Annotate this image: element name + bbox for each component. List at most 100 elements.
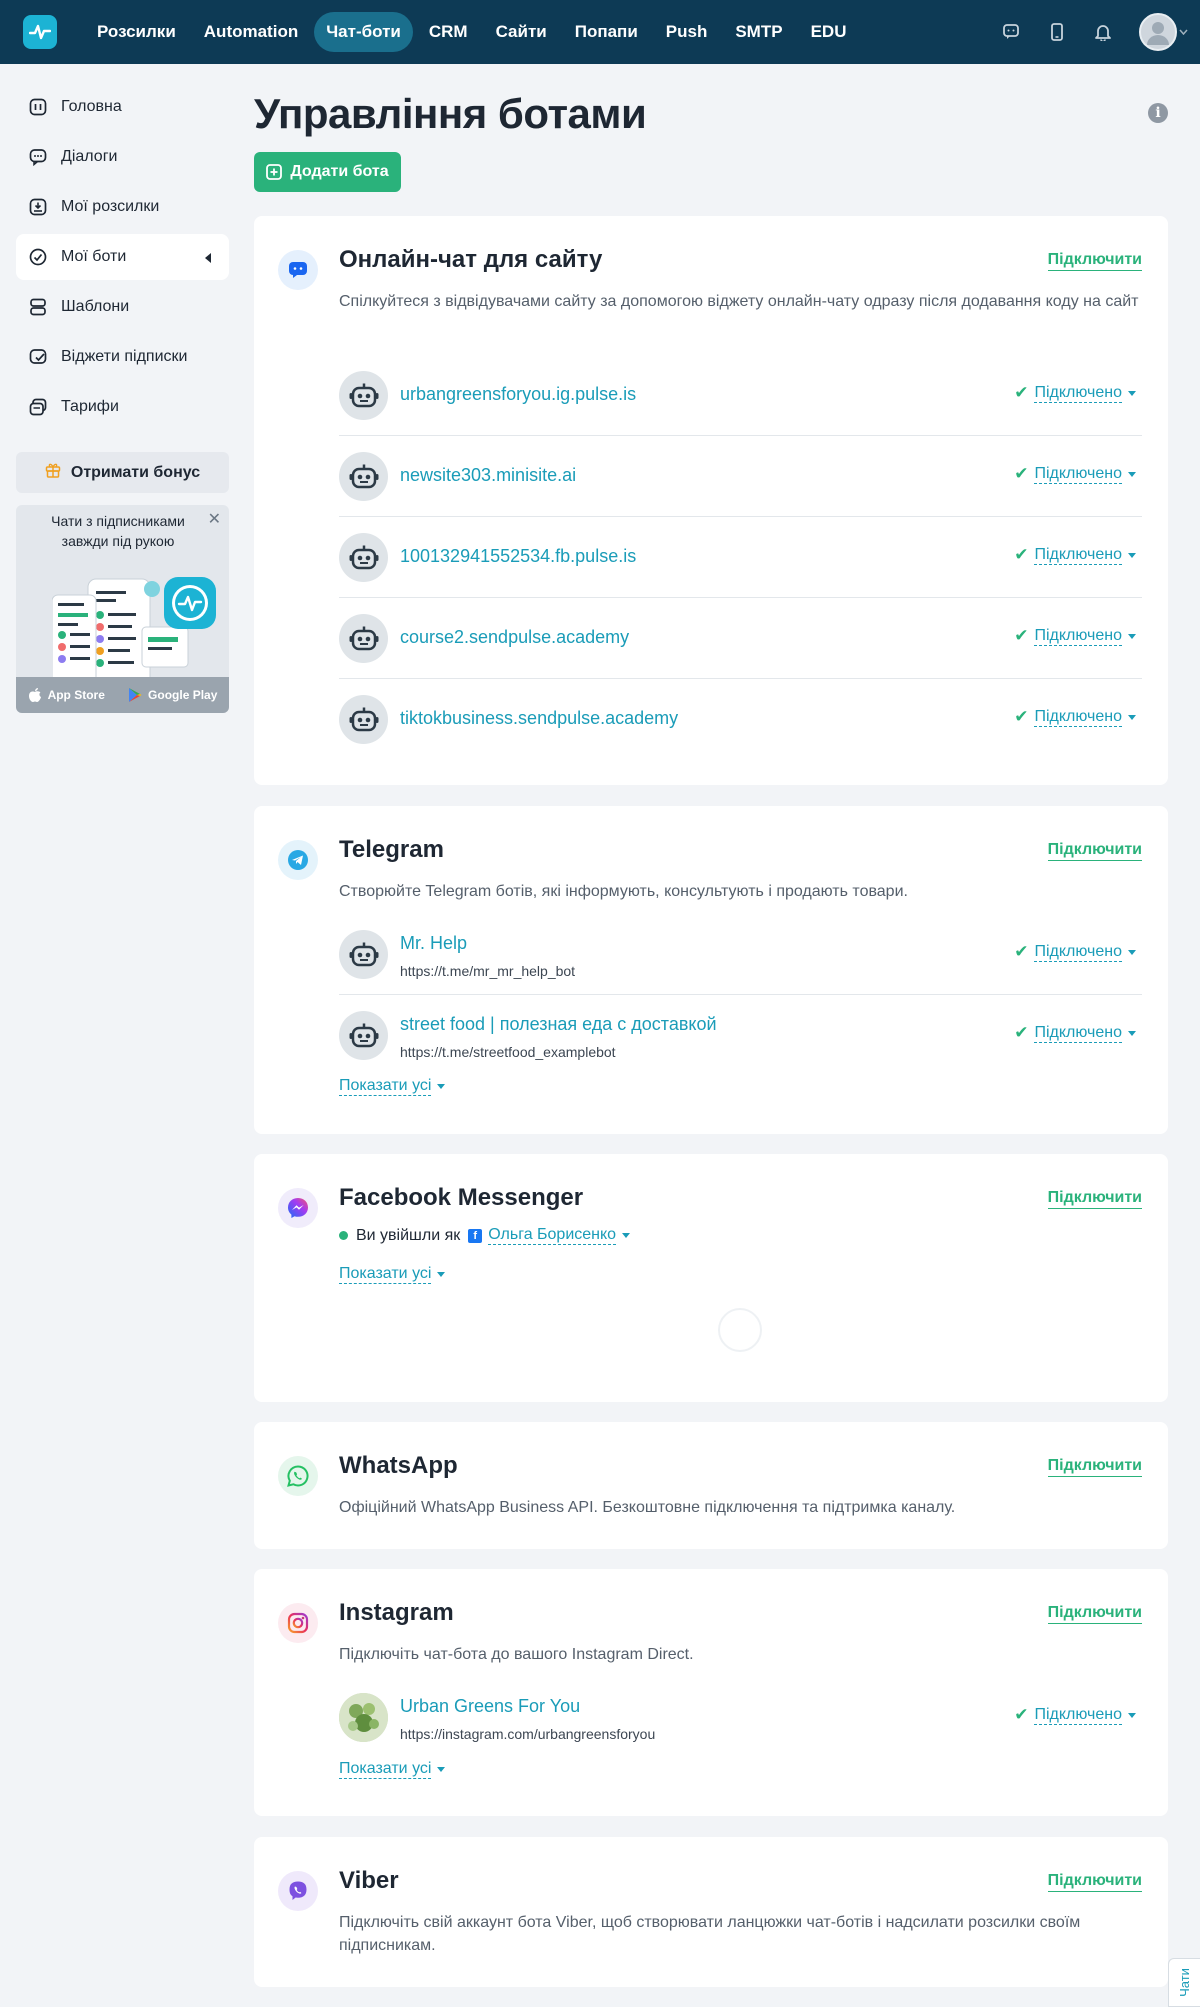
bot-status-dropdown[interactable]: ✔ Підключено <box>1014 942 1136 962</box>
bot-name-link[interactable]: urbangreensforyou.ig.pulse.is <box>400 384 636 405</box>
fb-account-dropdown[interactable]: f Ольга Борисенко <box>468 1226 631 1245</box>
bot-avatar-icon[interactable] <box>339 930 388 979</box>
bot-name-link[interactable]: Mr. Help <box>400 933 467 954</box>
messenger-icon <box>278 1188 318 1228</box>
bell-icon[interactable] <box>1093 22 1113 42</box>
caret-down-icon <box>1128 949 1136 955</box>
loading-spinner-icon <box>718 1308 762 1352</box>
bot-status-dropdown[interactable]: ✔ Підключено <box>1014 545 1136 565</box>
bot-status-dropdown[interactable]: ✔ Підключено <box>1014 707 1136 727</box>
connect-link[interactable]: Підключити <box>1047 841 1142 861</box>
get-bonus-button[interactable]: Отримати бонус <box>16 452 229 493</box>
caret-down-icon <box>622 1233 631 1238</box>
caret-down-icon <box>437 1272 446 1277</box>
nav-item-automation[interactable]: Automation <box>192 12 310 52</box>
bot-avatar-icon[interactable] <box>339 533 388 582</box>
top-navbar: Розсилки Automation Чат-боти CRM Сайти П… <box>0 0 1200 64</box>
chat-icon[interactable] <box>1001 22 1021 42</box>
connect-link[interactable]: Підключити <box>1047 1457 1142 1477</box>
check-icon: ✔ <box>1014 545 1029 564</box>
add-bot-button[interactable]: Додати бота <box>254 152 401 192</box>
fb-user-name: Ольга Борисенко <box>488 1226 617 1245</box>
card-title: Telegram <box>339 836 444 863</box>
status-label: Підключено <box>1034 1023 1122 1043</box>
bot-name-link[interactable]: course2.sendpulse.academy <box>400 627 629 648</box>
user-menu[interactable] <box>1139 13 1188 51</box>
nav-item-chatbots[interactable]: Чат-боти <box>314 12 413 52</box>
whatsapp-icon <box>278 1456 318 1496</box>
bot-name-link[interactable]: Urban Greens For You <box>400 1696 580 1717</box>
show-all-link[interactable]: Показати усі <box>339 1077 446 1096</box>
bot-status-dropdown[interactable]: ✔ Підключено <box>1014 464 1136 484</box>
whatsapp-card: WhatsApp Підключити Офіційний WhatsApp B… <box>254 1422 1168 1549</box>
sidebar-item-label: Шаблони <box>61 298 130 315</box>
bot-status-dropdown[interactable]: ✔ Підключено <box>1014 626 1136 646</box>
close-icon[interactable]: ✕ <box>208 509 221 529</box>
show-all-link[interactable]: Показати усі <box>339 1265 446 1284</box>
livechat-card: Онлайн-чат для сайту Підключити Спілкуйт… <box>254 216 1168 785</box>
facebook-card: Facebook Messenger Підключити Ви увійшли… <box>254 1154 1168 1402</box>
bot-name-link[interactable]: newsite303.minisite.ai <box>400 465 576 486</box>
bot-status-dropdown[interactable]: ✔ Підключено <box>1014 1023 1136 1043</box>
sidebar-item-my-campaigns[interactable]: Мої розсилки <box>16 184 229 230</box>
chat-bubble-icon <box>29 148 47 166</box>
sidebar-item-subscription-widgets[interactable]: Віджети підписки <box>16 334 229 380</box>
nav-item-sites[interactable]: Сайти <box>484 12 559 52</box>
inbox-icon <box>29 198 47 216</box>
sidebar-item-pricing[interactable]: Тарифи <box>16 384 229 430</box>
nav-item-campaigns[interactable]: Розсилки <box>85 12 188 52</box>
connect-link[interactable]: Підключити <box>1047 251 1142 271</box>
logo[interactable] <box>23 15 57 49</box>
home-icon <box>29 98 47 116</box>
bot-avatar-icon[interactable] <box>339 1011 388 1060</box>
card-description: Підключіть чат-бота до вашого Instagram … <box>339 1646 694 1663</box>
nav-item-crm[interactable]: CRM <box>417 12 480 52</box>
google-play-link[interactable]: Google Play <box>128 687 217 703</box>
list-item: course2.sendpulse.academy ✔ Підключено <box>339 598 1142 679</box>
bot-name-link[interactable]: street food | полезная еда с доставкой <box>400 1014 717 1035</box>
check-icon: ✔ <box>1014 942 1029 961</box>
caret-left-icon <box>205 253 211 263</box>
bot-list: Mr. Help https://t.me/mr_mr_help_bot ✔ Пі… <box>339 914 1142 1076</box>
nav-item-push[interactable]: Push <box>654 12 720 52</box>
check-icon: ✔ <box>1014 1705 1029 1724</box>
gift-icon <box>45 462 61 483</box>
bot-name-link[interactable]: 100132941552534.fb.pulse.is <box>400 546 636 567</box>
nav-item-popups[interactable]: Попапи <box>563 12 650 52</box>
check-icon: ✔ <box>1014 383 1029 402</box>
bot-avatar-icon[interactable] <box>339 452 388 501</box>
viber-icon <box>278 1871 318 1911</box>
templates-icon <box>29 298 47 316</box>
phone-illustration <box>52 577 216 685</box>
info-icon[interactable]: i <box>1148 103 1168 123</box>
connect-link[interactable]: Підключити <box>1047 1189 1142 1209</box>
connect-link[interactable]: Підключити <box>1047 1872 1142 1892</box>
check-icon: ✔ <box>1014 626 1029 645</box>
bot-name-link[interactable]: tiktokbusiness.sendpulse.academy <box>400 708 678 729</box>
chats-side-tab[interactable]: Чати <box>1168 1958 1200 2007</box>
bot-status-dropdown[interactable]: ✔ Підключено <box>1014 383 1136 403</box>
bot-avatar-icon[interactable] <box>339 695 388 744</box>
mobile-icon[interactable] <box>1047 22 1067 42</box>
show-all-link[interactable]: Показати усі <box>339 1760 446 1779</box>
bot-status-dropdown[interactable]: ✔ Підключено <box>1014 1705 1136 1725</box>
instagram-account-avatar[interactable] <box>339 1693 388 1742</box>
caret-down-icon <box>1128 552 1136 558</box>
status-label: Підключено <box>1034 464 1122 484</box>
status-label: Підключено <box>1034 942 1122 962</box>
sidebar-item-dialogs[interactable]: Діалоги <box>16 134 229 180</box>
nav-item-smtp[interactable]: SMTP <box>723 12 794 52</box>
nav-item-edu[interactable]: EDU <box>799 12 859 52</box>
app-store-link[interactable]: App Store <box>28 687 105 703</box>
connect-link[interactable]: Підключити <box>1047 1604 1142 1624</box>
telegram-icon <box>278 840 318 880</box>
sidebar-item-my-bots[interactable]: Мої боти <box>16 234 229 280</box>
bot-avatar-icon[interactable] <box>339 371 388 420</box>
top-right-actions <box>1001 0 1188 64</box>
google-play-icon <box>129 688 142 702</box>
instagram-card: Instagram Підключити Підключіть чат-бота… <box>254 1569 1168 1816</box>
bot-avatar-icon[interactable] <box>339 614 388 663</box>
sidebar-item-home[interactable]: Головна <box>16 84 229 130</box>
sidebar-item-templates[interactable]: Шаблони <box>16 284 229 330</box>
list-item: urbangreensforyou.ig.pulse.is ✔ Підключен… <box>339 355 1142 436</box>
